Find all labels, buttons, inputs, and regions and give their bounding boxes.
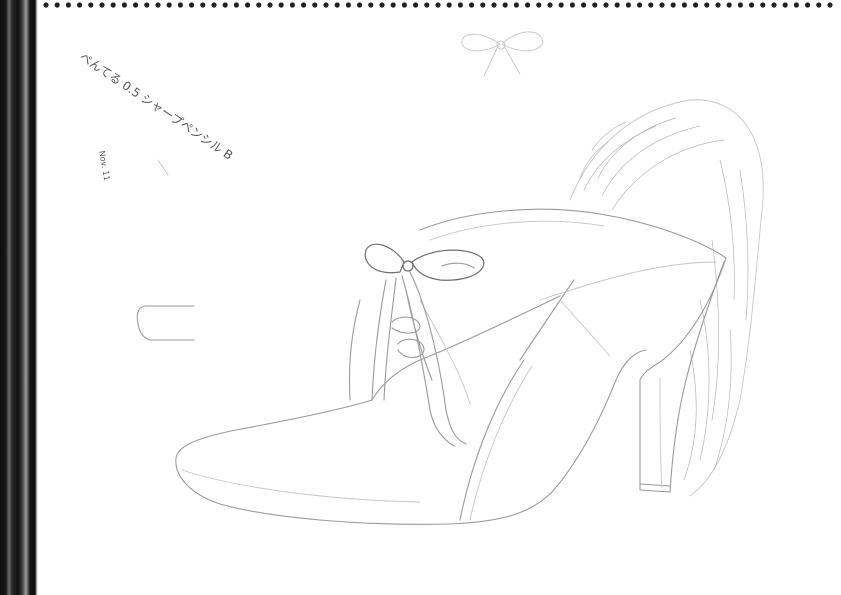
binding-hole xyxy=(469,2,475,8)
binding-hole xyxy=(334,2,340,8)
binding-hole xyxy=(88,2,94,8)
binding-hole xyxy=(670,2,676,8)
binding-hole xyxy=(278,2,284,8)
binding-hole xyxy=(827,2,833,8)
binding-hole xyxy=(323,2,329,8)
binding-hole xyxy=(301,2,307,8)
binding-hole xyxy=(424,2,430,8)
binding-hole xyxy=(603,2,609,8)
binding-hole xyxy=(536,2,542,8)
binding-hole xyxy=(558,2,564,8)
stray-mark xyxy=(157,159,169,176)
binding-hole xyxy=(155,2,161,8)
binding-hole xyxy=(816,2,822,8)
binding-hole xyxy=(749,2,755,8)
binding-hole xyxy=(267,2,273,8)
binding-hole xyxy=(77,2,83,8)
binding-hole xyxy=(177,2,183,8)
binding-hole xyxy=(457,2,463,8)
binding-hole xyxy=(166,2,172,8)
binding-hole xyxy=(189,2,195,8)
binding-hole xyxy=(200,2,206,8)
binding-hole xyxy=(480,2,486,8)
binding-hole xyxy=(681,2,688,8)
binding-hole xyxy=(771,2,777,8)
binding-hole xyxy=(513,2,520,8)
binding-hole xyxy=(435,2,441,8)
binding-hole xyxy=(805,2,811,8)
binding-hole xyxy=(491,2,497,8)
binding-hole xyxy=(569,2,576,8)
binding-hole xyxy=(782,2,788,8)
binding-hole xyxy=(525,2,531,8)
binding-hole xyxy=(401,2,407,8)
fur-shading xyxy=(569,99,764,497)
binding-hole xyxy=(659,2,665,8)
binding-hole xyxy=(547,2,553,8)
binding-hole xyxy=(289,2,295,8)
binding-hole xyxy=(446,2,452,8)
binding-hole xyxy=(726,2,732,8)
sketchbook-page: ぺんてる 0.5 シャープペンシル B Nov. 11 xyxy=(0,0,841,595)
binding-hole xyxy=(592,2,598,8)
binding-hole xyxy=(390,2,396,8)
binding-hole xyxy=(312,2,318,8)
binding-hole xyxy=(648,2,654,8)
binding-hole xyxy=(715,2,721,8)
binding-hole xyxy=(793,2,800,8)
binding-hole xyxy=(625,2,632,8)
binding-hole xyxy=(502,2,508,8)
binding-hole xyxy=(144,2,150,8)
binding-holes xyxy=(43,2,833,8)
binding-hole xyxy=(693,2,699,8)
binding-hole xyxy=(368,2,374,8)
binding-hole xyxy=(256,2,262,8)
binding-hole xyxy=(345,2,351,8)
bow-sketch-small xyxy=(461,31,543,77)
binding-hole xyxy=(245,2,251,8)
binding-hole xyxy=(357,2,363,8)
binding-hole xyxy=(110,2,116,8)
binding-hole xyxy=(233,2,239,8)
binding-hole xyxy=(413,2,419,8)
binding-hole xyxy=(760,2,766,8)
binding-hole xyxy=(581,2,587,8)
binding-hole xyxy=(99,2,105,8)
binding-hole xyxy=(222,2,228,8)
binding-hole xyxy=(43,2,49,8)
binding-hole xyxy=(211,2,217,8)
binding-hole xyxy=(54,2,60,8)
binding-hole xyxy=(121,2,127,8)
binding-hole xyxy=(65,2,71,8)
binding-hole xyxy=(704,2,710,8)
high-heel-shoe xyxy=(175,208,727,525)
binding-hole xyxy=(379,2,385,8)
heel-tip-sketch xyxy=(136,305,195,341)
binding-hole xyxy=(133,2,139,8)
binding-hole xyxy=(737,2,744,8)
binding-hole xyxy=(614,2,620,8)
binding-hole xyxy=(637,2,643,8)
